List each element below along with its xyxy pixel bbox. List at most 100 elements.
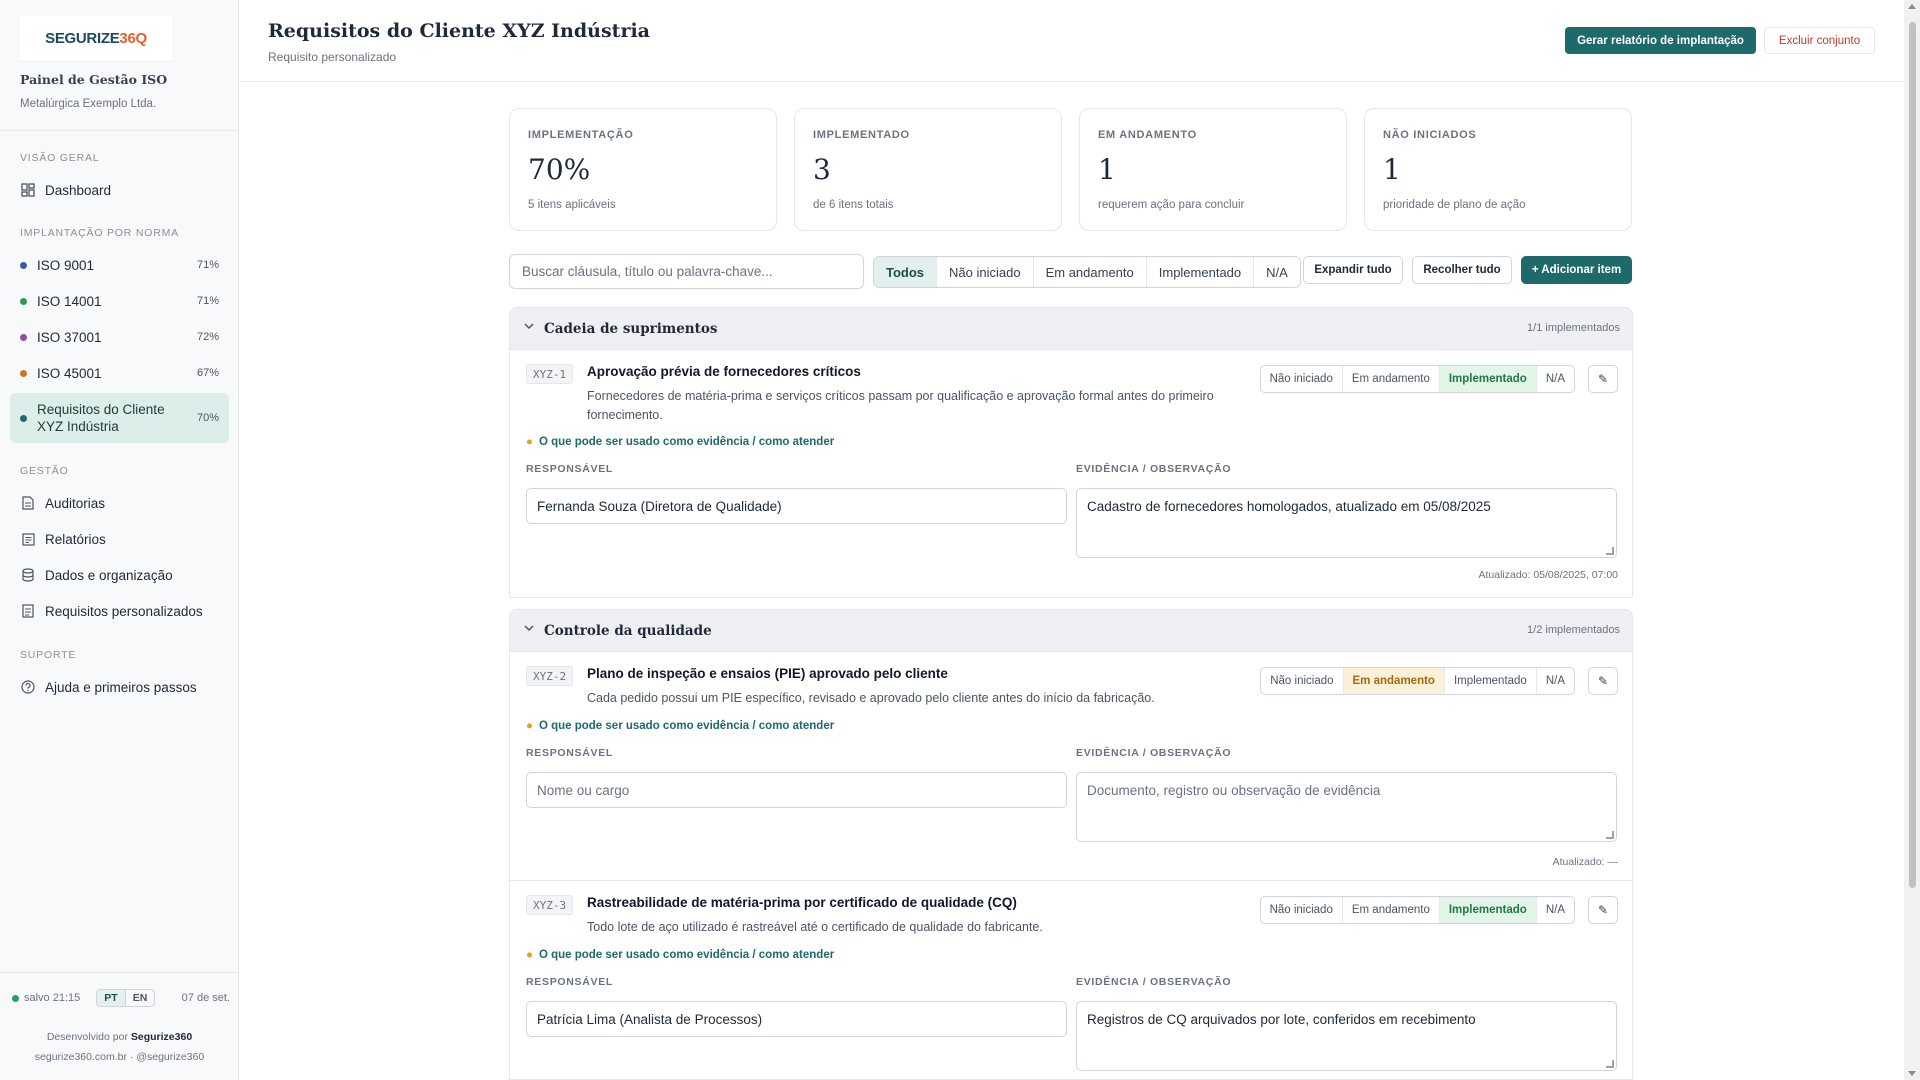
status-implemented-button[interactable]: Implementado xyxy=(1443,668,1536,694)
status-filter-group: Todos Não iniciado Em andamento Implemen… xyxy=(873,256,1301,288)
page-header: Requisitos do Cliente XYZ Indústria Requ… xyxy=(240,0,1904,82)
sidebar-item-help[interactable]: Ajuda e primeiros passos xyxy=(10,671,229,703)
resize-handle-icon[interactable] xyxy=(1606,831,1614,839)
lang-pt-button[interactable]: PT xyxy=(97,990,125,1006)
saved-time: salvo 21:15 xyxy=(24,992,81,1004)
sidebar-item-iso-9001[interactable]: ISO 9001 71% xyxy=(10,249,229,281)
filter-implemented[interactable]: Implementado xyxy=(1145,257,1253,287)
dashboard-icon xyxy=(20,182,36,198)
group-header-supply-chain[interactable]: Cadeia de suprimentos 1/1 implementados xyxy=(509,307,1633,350)
divider xyxy=(0,130,239,131)
evidence-textarea[interactable]: Registros de CQ arquivados por lote, con… xyxy=(1076,1001,1617,1071)
developer-name[interactable]: Segurize360 xyxy=(131,1031,192,1043)
status-na-button[interactable]: N/A xyxy=(1535,897,1574,923)
responsible-label: RESPONSÁVEL xyxy=(526,747,614,759)
edit-item-button[interactable]: ✎ xyxy=(1588,896,1618,924)
sidebar-item-dashboard[interactable]: Dashboard xyxy=(10,174,229,206)
sidebar-item-custom-requirements[interactable]: Requisitos personalizados xyxy=(10,595,229,627)
resize-handle-icon[interactable] xyxy=(1606,547,1614,555)
progress-percent: 71% xyxy=(196,295,219,307)
updated-timestamp: Atualizado: — xyxy=(1552,856,1618,868)
stat-value: 1 xyxy=(1098,153,1116,186)
status-na-button[interactable]: N/A xyxy=(1535,366,1574,392)
delete-set-button[interactable]: Excluir conjunto xyxy=(1764,27,1875,54)
responsible-input[interactable]: Patrícia Lima (Analista de Processos) xyxy=(526,1001,1067,1037)
norm-dot xyxy=(20,414,27,422)
filter-all[interactable]: Todos xyxy=(874,257,937,287)
progress-percent: 72% xyxy=(196,331,219,343)
evidence-hint-link[interactable]: ● O que pode ser usado como evidência / c… xyxy=(526,720,834,732)
stat-value: 3 xyxy=(813,153,831,186)
report-icon xyxy=(20,531,36,547)
status-not-started-button[interactable]: Não iniciado xyxy=(1261,668,1342,694)
stat-value: 70% xyxy=(528,153,591,186)
progress-percent: 70% xyxy=(196,412,219,424)
progress-percent: 71% xyxy=(196,259,219,271)
norm-dot xyxy=(20,261,27,269)
collapse-all-button[interactable]: Recolher tudo xyxy=(1412,256,1512,284)
requirement-item: XYZ-2 Plano de inspeção e ensaios (PIE) … xyxy=(510,652,1632,880)
divider xyxy=(0,972,239,973)
status-na-button[interactable]: N/A xyxy=(1535,668,1574,694)
status-implemented-button[interactable]: Implementado xyxy=(1438,366,1536,392)
filter-na[interactable]: N/A xyxy=(1253,257,1300,287)
status-in-progress-button[interactable]: Em andamento xyxy=(1341,366,1439,392)
scrollbar[interactable] xyxy=(1904,0,1920,1080)
resize-handle-icon[interactable] xyxy=(1606,1060,1614,1068)
status-selector: Não iniciado Em andamento Implementado N… xyxy=(1259,896,1575,924)
requirement-item: XYZ-3 Rastreabilidade de matéria-prima p… xyxy=(510,881,1632,1080)
status-not-started-button[interactable]: Não iniciado xyxy=(1261,897,1342,923)
responsible-input[interactable]: Fernanda Souza (Diretora de Qualidade) xyxy=(526,488,1067,524)
sidebar-item-iso-14001[interactable]: ISO 14001 71% xyxy=(10,285,229,317)
scroll-down-arrow-icon[interactable] xyxy=(1908,1071,1916,1076)
expand-all-button[interactable]: Expandir tudo xyxy=(1303,256,1403,284)
edit-item-button[interactable]: ✎ xyxy=(1588,365,1618,393)
sidebar-item-audits[interactable]: Auditorias xyxy=(10,487,229,519)
developer-links[interactable]: segurize360.com.br · @segurize360 xyxy=(0,1051,239,1063)
item-title: Plano de inspeção e ensaios (PIE) aprova… xyxy=(587,666,948,681)
search-input[interactable] xyxy=(509,254,864,289)
status-implemented-button[interactable]: Implementado xyxy=(1438,897,1536,923)
lang-en-button[interactable]: EN xyxy=(124,990,155,1006)
lightbulb-icon: ● xyxy=(526,720,533,732)
stat-caption: requerem ação para concluir xyxy=(1098,199,1245,211)
hint-text: O que pode ser usado como evidência / co… xyxy=(538,949,835,961)
sidebar-item-label: Dados e organização xyxy=(45,567,173,583)
hint-text: O que pode ser usado como evidência / co… xyxy=(538,436,835,448)
progress-percent: 67% xyxy=(196,367,219,379)
sidebar-item-iso-37001[interactable]: ISO 37001 72% xyxy=(10,321,229,353)
scroll-up-arrow-icon[interactable] xyxy=(1908,4,1916,9)
sidebar-item-reports[interactable]: Relatórios xyxy=(10,523,229,555)
evidence-hint-link[interactable]: ● O que pode ser usado como evidência / c… xyxy=(526,949,834,961)
sidebar-item-label: ISO 14001 xyxy=(37,293,102,309)
evidence-hint-link[interactable]: ● O que pode ser usado como evidência / c… xyxy=(526,436,834,448)
lightbulb-icon: ● xyxy=(526,949,533,961)
status-not-started-button[interactable]: Não iniciado xyxy=(1261,366,1342,392)
brand-logo[interactable]: SEGURIZE 36Q xyxy=(20,16,172,62)
stat-label: NÃO INICIADOS xyxy=(1383,129,1477,141)
sidebar-item-data-organization[interactable]: Dados e organização xyxy=(10,559,229,591)
filter-not-started[interactable]: Não iniciado xyxy=(936,257,1033,287)
item-title: Aprovação prévia de fornecedores crítico… xyxy=(587,364,861,379)
add-item-button[interactable]: + Adicionar item xyxy=(1521,256,1632,284)
scrollbar-thumb[interactable] xyxy=(1909,22,1916,888)
chevron-down-icon[interactable] xyxy=(524,320,534,334)
sidebar-item-iso-45001[interactable]: ISO 45001 67% xyxy=(10,357,229,389)
saved-indicator-dot xyxy=(12,994,19,1002)
stat-value: 1 xyxy=(1383,153,1401,186)
responsible-input[interactable]: Nome ou cargo xyxy=(526,772,1067,808)
group-body-supply-chain: XYZ-1 Aprovação prévia de fornecedores c… xyxy=(509,350,1633,598)
sidebar-item-xyz-requirements[interactable]: Requisitos do Cliente XYZ Indústria 70% xyxy=(10,393,229,443)
group-title: Cadeia de suprimentos xyxy=(544,321,718,337)
stat-caption: 5 itens aplicáveis xyxy=(528,199,616,211)
status-in-progress-button[interactable]: Em andamento xyxy=(1341,897,1439,923)
evidence-textarea[interactable]: Cadastro de fornecedores homologados, at… xyxy=(1076,488,1617,558)
status-in-progress-button[interactable]: Em andamento xyxy=(1342,668,1444,694)
evidence-textarea[interactable]: Documento, registro ou observação de evi… xyxy=(1076,772,1617,842)
generate-report-button[interactable]: Gerar relatório de implantação xyxy=(1565,27,1756,54)
group-header-quality-control[interactable]: Controle da qualidade 1/2 implementados xyxy=(509,609,1633,652)
chevron-down-icon[interactable] xyxy=(524,622,534,636)
filter-in-progress[interactable]: Em andamento xyxy=(1032,257,1146,287)
edit-item-button[interactable]: ✎ xyxy=(1588,667,1618,695)
group-count: 1/1 implementados xyxy=(1527,322,1620,334)
